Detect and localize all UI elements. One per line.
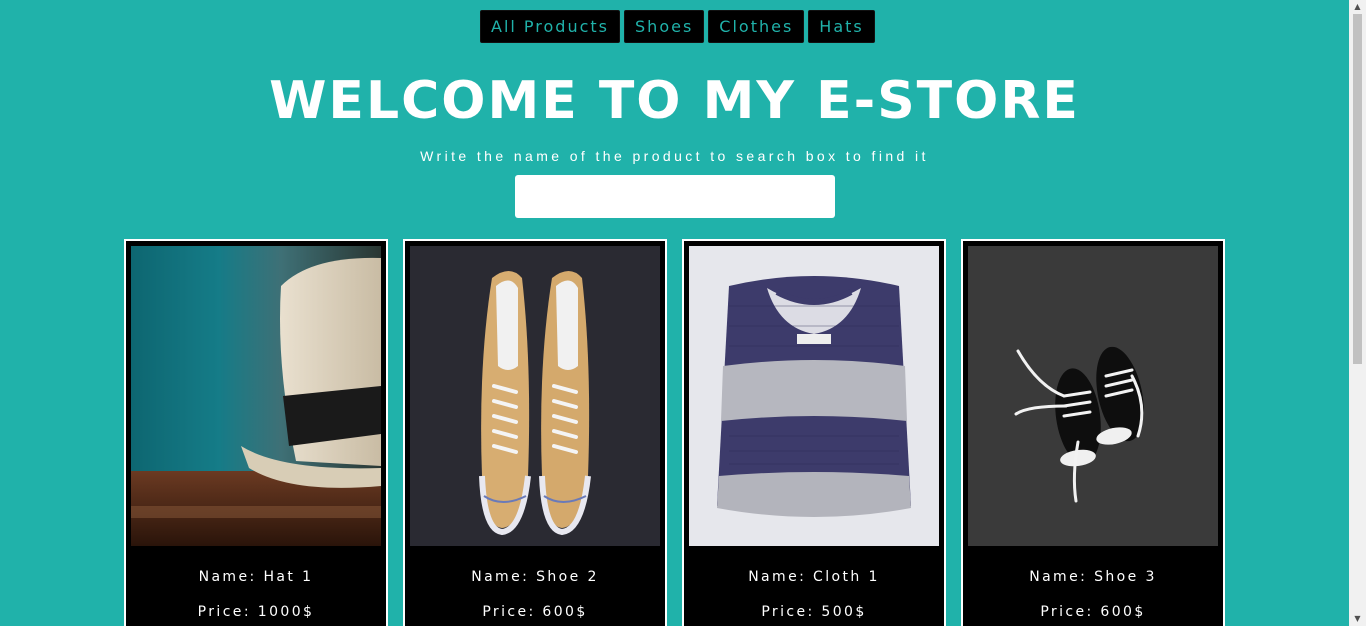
sweater-photo-icon — [689, 246, 939, 546]
nav-shoes-button[interactable]: Shoes — [624, 10, 705, 43]
category-nav: All Products Shoes Clothes Hats — [480, 10, 875, 43]
product-name: Name: Shoe 2 — [471, 569, 599, 585]
nav-all-products-button[interactable]: All Products — [480, 10, 621, 43]
product-card-shoe-2[interactable]: Name: Shoe 2 Price: 600$ — [403, 239, 667, 626]
search-instructions: Write the name of the product to search … — [420, 148, 929, 164]
product-name: Name: Shoe 3 — [1029, 569, 1157, 585]
hat-photo-icon — [131, 246, 381, 546]
scrollbar-thumb[interactable] — [1353, 14, 1362, 364]
sneakers-photo-icon — [410, 246, 660, 546]
scroll-up-arrow-icon[interactable]: ▲ — [1349, 0, 1366, 14]
product-name: Name: Hat 1 — [198, 569, 314, 585]
store-page: All Products Shoes Clothes Hats WELCOME … — [0, 0, 1349, 626]
product-price: Price: 600$ — [482, 604, 588, 620]
page-title: WELCOME TO MY E-STORE — [269, 71, 1080, 131]
product-price: Price: 600$ — [1040, 604, 1146, 620]
nav-clothes-button[interactable]: Clothes — [708, 10, 805, 43]
product-price: Price: 500$ — [761, 604, 867, 620]
nav-hats-button[interactable]: Hats — [808, 10, 875, 43]
product-price: Price: 1000$ — [197, 604, 315, 620]
product-card-shoe-3[interactable]: Name: Shoe 3 Price: 600$ — [961, 239, 1225, 626]
search-input[interactable] — [515, 175, 835, 218]
browser-viewport: All Products Shoes Clothes Hats WELCOME … — [0, 0, 1366, 626]
product-card-hat-1[interactable]: Name: Hat 1 Price: 1000$ — [124, 239, 388, 626]
product-card-cloth-1[interactable]: Name: Cloth 1 Price: 500$ — [682, 239, 946, 626]
scroll-down-arrow-icon[interactable]: ▼ — [1349, 612, 1366, 626]
product-name: Name: Cloth 1 — [748, 569, 880, 585]
vertical-scrollbar[interactable]: ▲ ▼ — [1349, 0, 1366, 626]
black-sneakers-photo-icon — [968, 246, 1218, 546]
